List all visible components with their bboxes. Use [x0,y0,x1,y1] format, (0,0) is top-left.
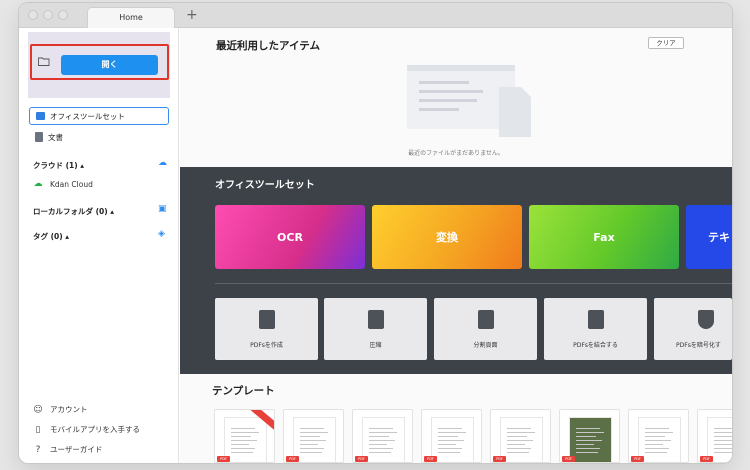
template-page-preview [224,417,267,462]
template-thumbnail[interactable]: PDF [628,409,689,463]
sidebar-item-label: アカウント [50,405,88,414]
template-page-preview [362,417,405,462]
split-tool[interactable]: 分割頁面 [434,298,537,360]
add-cloud-icon[interactable]: ☁ [158,158,167,168]
close-window-button[interactable] [28,10,38,20]
create-pdf-tool[interactable]: PDFsを作成 [215,298,318,360]
card-label: Fax [593,230,615,244]
empty-files-illustration [407,65,531,137]
toolbox-icon [36,112,45,120]
local-folder-section-header[interactable]: ローカルフォルダ (0) ▴ [33,206,114,217]
compress-icon [368,310,384,329]
sidebar-item-label: オフィスツールセット [50,111,125,121]
document-icon [35,132,43,142]
office-toolset-panel: オフィスツールセット OCR 変換 Fax テキ PDFsを作成 圧縮 分割頁面… [180,167,732,374]
template-page-preview [500,417,543,462]
app-window: Home + 開く オフィスツールセット 文書 クラウド (1) ▴ ☁ ☁ K… [19,3,732,463]
help-icon: ? [35,444,41,455]
template-thumbnail[interactable]: PDF [283,409,344,463]
open-button[interactable]: 開く [61,55,158,75]
empty-recent-caption: 最近のファイルがまだありません。 [408,150,504,157]
templates-title: テンプレート [212,385,275,397]
tool-label: PDFsを暗号化す [676,342,721,349]
template-page-preview [293,417,336,462]
tab-home[interactable]: Home [87,7,175,28]
create-pdf-icon [259,310,275,329]
sidebar-item-kdan-cloud[interactable]: ☁ Kdan Cloud [33,179,93,189]
merge-icon [588,310,604,329]
add-tag-icon[interactable]: ◈ [158,229,165,239]
sidebar-item-label: 文書 [48,132,63,142]
tool-label: 分割頁面 [473,342,498,349]
card-label: OCR [277,230,303,244]
pdf-badge: PDF [286,456,299,462]
template-thumbnail[interactable]: PDF [490,409,551,463]
sidebar-item-user-guide[interactable]: ? ユーザーガイド [33,444,103,455]
sidebar-item-office-toolset[interactable]: オフィスツールセット [29,107,169,125]
kdan-cloud-icon: ☁ [33,179,43,189]
pdf-badge: PDF [424,456,437,462]
tags-section-header[interactable]: タグ (0) ▴ [33,231,69,242]
encrypt-tool[interactable]: PDFsを暗号化す [654,298,732,360]
pdf-badge: PDF [700,456,713,462]
clear-button[interactable]: クリア [648,37,684,49]
pdf-badge: PDF [217,456,230,462]
template-page-preview [431,417,474,462]
pdf-badge: PDF [493,456,506,462]
convert-card[interactable]: 変換 [372,205,522,269]
sidebar-item-label: ユーザーガイド [50,445,103,454]
sidebar: 開く オフィスツールセット 文書 クラウド (1) ▴ ☁ ☁ Kdan Clo… [19,28,179,463]
card-label: テキ [708,231,730,244]
office-toolset-title: オフィスツールセット [215,180,315,191]
sidebar-item-label: Kdan Cloud [50,179,93,189]
pdf-badge: PDF [562,456,575,462]
ocr-card[interactable]: OCR [215,205,365,269]
compress-tool[interactable]: 圧縮 [324,298,427,360]
cloud-section-header[interactable]: クラウド (1) ▴ [33,160,84,171]
template-thumbnail[interactable]: PDF [352,409,413,463]
template-thumbnail[interactable]: PDF [421,409,482,463]
split-icon [478,310,494,329]
fax-card[interactable]: Fax [529,205,679,269]
template-page-preview [638,417,681,462]
folder-icon [38,57,50,66]
mobile-icon: ▯ [35,424,41,435]
person-icon: ☺ [33,404,43,415]
pdf-badge: PDF [631,456,644,462]
main-content: 最近利用したアイテム クリア 最近のファイルがまだありません。 オフィスツールセ… [180,28,732,463]
text-card[interactable]: テキ [686,205,732,269]
sidebar-item-label: モバイルアプリを入手する [50,425,140,434]
template-page-preview [569,417,612,462]
new-tab-button[interactable]: + [186,7,198,23]
add-folder-icon[interactable]: ▣ [158,204,167,214]
sidebar-item-documents[interactable]: 文書 [29,128,169,146]
pdf-badge: PDF [355,456,368,462]
template-thumbnail[interactable]: PDF [697,409,732,463]
zoom-window-button[interactable] [58,10,68,20]
recent-items-title: 最近利用したアイテム [216,40,320,52]
template-thumbnail[interactable]: PDF [214,409,275,463]
template-thumbnail[interactable]: PDF [559,409,620,463]
card-label: 変換 [436,231,458,244]
merge-tool[interactable]: PDFsを結合する [544,298,647,360]
minimize-window-button[interactable] [43,10,53,20]
tool-label: 圧縮 [369,342,382,349]
tab-bar: Home + [19,3,732,28]
sidebar-item-mobile-app[interactable]: ▯ モバイルアプリを入手する [33,424,140,435]
divider [215,283,732,284]
tool-label: PDFsを作成 [250,342,283,349]
window-controls [28,10,68,20]
sidebar-item-account[interactable]: ☺ アカウント [33,404,88,415]
tool-label: PDFsを結合する [573,342,618,349]
encrypt-icon [698,310,714,329]
